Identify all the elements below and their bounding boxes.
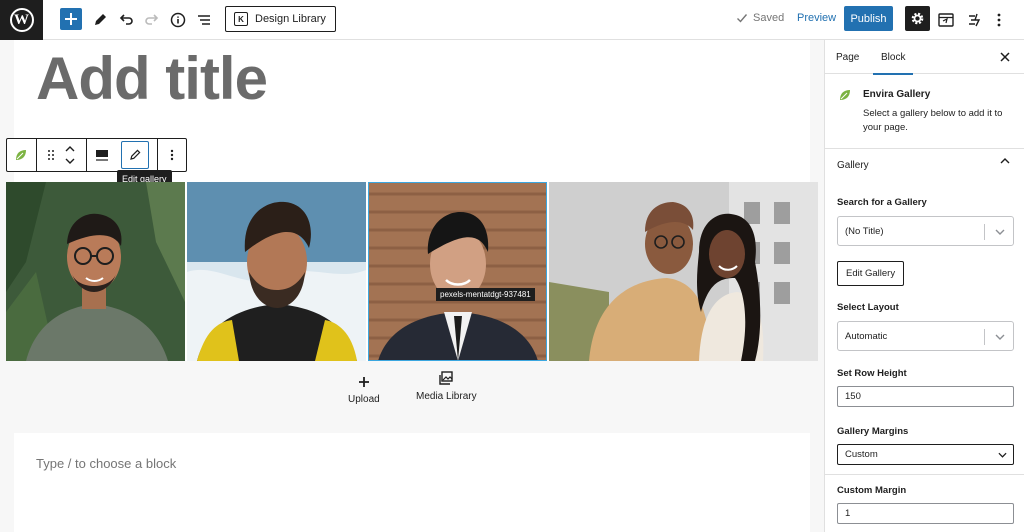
gallery-image-4[interactable] — [549, 182, 818, 361]
portrait-image — [549, 182, 818, 361]
panel-icon — [938, 13, 954, 27]
gallery-image-3[interactable]: pexels-mentatdgt-937481 — [368, 182, 547, 361]
gallery-panel-title: Gallery — [837, 160, 869, 171]
block-toolbar — [6, 138, 187, 172]
settings-sidebar: Page Block Envira Gallery Select a galle… — [824, 40, 1024, 532]
chevron-down-icon — [995, 334, 1005, 340]
layout-value: Automatic — [845, 330, 888, 342]
list-view-icon — [198, 15, 210, 25]
gallery-image-1[interactable] — [6, 182, 185, 361]
check-icon — [737, 14, 748, 23]
chevron-down-icon — [995, 229, 1005, 235]
post-title-input[interactable]: Add title — [36, 44, 268, 113]
block-controls — [87, 139, 159, 171]
design-library-label: Design Library — [255, 13, 326, 25]
row-height-input[interactable]: 150 — [837, 386, 1014, 407]
media-library-button[interactable]: Media Library — [416, 371, 477, 402]
portrait-image — [6, 182, 185, 361]
envira-gallery-block[interactable]: pexels-mentatdgt-937481 — [6, 182, 818, 361]
pencil-icon — [95, 14, 106, 25]
design-library-button[interactable]: K Design Library — [225, 6, 336, 32]
plus-icon — [65, 13, 77, 25]
image-filename-caption: pexels-mentatdgt-937481 — [436, 288, 535, 301]
publish-button[interactable]: Publish — [844, 6, 893, 31]
redo-icon — [145, 14, 159, 25]
block-mover — [37, 139, 87, 171]
options-menu-button[interactable] — [987, 8, 1011, 32]
block-card-description: Select a gallery below to add it to your… — [863, 108, 1003, 133]
block-appender-placeholder[interactable]: Type / to choose a block — [36, 456, 176, 471]
select-separator — [984, 329, 985, 345]
layout-select[interactable]: Automatic — [837, 321, 1014, 351]
upload-button[interactable]: Upload — [348, 376, 380, 405]
chevron-down-icon[interactable] — [65, 158, 75, 164]
gallery-panel-toggle[interactable]: Gallery — [825, 149, 1024, 183]
plus-icon — [358, 377, 369, 387]
info-icon — [170, 12, 186, 28]
panel-divider — [825, 474, 1024, 475]
gallery-media-placeholder: Upload Media Library — [6, 361, 818, 433]
undo-icon — [119, 14, 133, 25]
tab-block[interactable]: Block — [872, 40, 915, 75]
pencil-icon — [130, 149, 141, 160]
custom-margin-label: Custom Margin — [837, 485, 907, 496]
more-vertical-icon — [997, 13, 1001, 27]
row-height-label: Set Row Height — [837, 368, 907, 379]
media-library-icon — [439, 371, 453, 385]
undo-button[interactable] — [114, 8, 138, 32]
align-icon[interactable] — [95, 149, 109, 161]
add-block-button[interactable] — [60, 8, 82, 30]
details-button[interactable] — [166, 8, 190, 32]
move-buttons — [65, 146, 75, 164]
media-library-label: Media Library — [416, 391, 477, 402]
saved-label: Saved — [753, 12, 785, 24]
search-gallery-select[interactable]: (No Title) — [837, 216, 1014, 246]
portrait-image — [368, 182, 547, 361]
list-view-button[interactable] — [192, 8, 216, 32]
leaf-icon — [840, 90, 850, 100]
chevron-up-icon[interactable] — [65, 146, 75, 152]
stackable-settings-button[interactable] — [934, 8, 958, 32]
edit-gallery-toolbar-button[interactable] — [120, 141, 149, 169]
close-sidebar-button[interactable] — [1000, 49, 1010, 65]
drag-handle-icon[interactable] — [47, 149, 55, 161]
chevron-up-icon — [1000, 158, 1010, 164]
more-vertical-icon — [170, 149, 174, 161]
portrait-image — [187, 182, 366, 361]
chevron-down-icon — [998, 452, 1007, 458]
redo-button[interactable] — [140, 8, 164, 32]
performance-button[interactable] — [962, 8, 986, 32]
gallery-margins-value: Custom — [845, 449, 878, 460]
saved-status: Saved — [736, 12, 784, 24]
block-card-title: Envira Gallery — [863, 89, 931, 100]
preview-button[interactable]: Preview — [797, 12, 836, 24]
block-type-button[interactable] — [7, 139, 37, 171]
select-separator — [984, 224, 985, 240]
gallery-margins-label: Gallery Margins — [837, 426, 909, 437]
block-card: Envira Gallery Select a gallery below to… — [825, 74, 1024, 149]
leaf-icon — [16, 150, 27, 160]
sidebar-tabs: Page Block — [825, 40, 1024, 75]
gear-icon — [911, 12, 924, 25]
block-options-button[interactable] — [158, 139, 186, 171]
search-gallery-value: (No Title) — [845, 225, 884, 237]
gallery-image-2[interactable] — [187, 182, 366, 361]
editor-top-bar: W K Design Library Saved Preview Publish — [0, 0, 1024, 40]
tab-page[interactable]: Page — [836, 40, 859, 74]
select-layout-label: Select Layout — [837, 302, 899, 313]
custom-margin-input[interactable]: 1 — [837, 503, 1014, 524]
edit-gallery-button[interactable]: Edit Gallery — [837, 261, 905, 286]
search-gallery-label: Search for a Gallery — [837, 197, 927, 208]
design-library-icon: K — [234, 12, 248, 26]
close-icon — [1000, 52, 1010, 62]
gallery-margins-select[interactable]: Custom — [837, 444, 1014, 465]
lightning-icon — [969, 13, 981, 27]
wordpress-logo[interactable]: W — [0, 0, 43, 40]
wordpress-icon: W — [9, 8, 34, 32]
settings-button[interactable] — [905, 6, 930, 31]
edit-tools-button[interactable] — [88, 8, 112, 32]
upload-label: Upload — [348, 394, 380, 405]
